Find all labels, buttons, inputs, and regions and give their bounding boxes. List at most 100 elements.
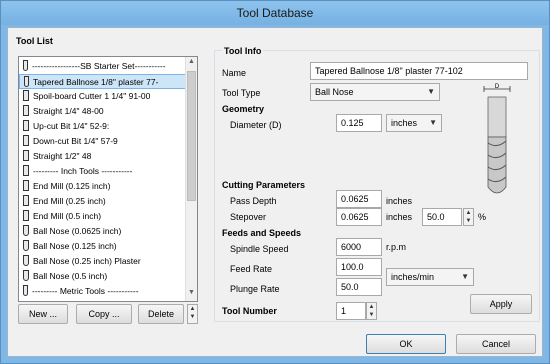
dialog-client-area: Tool List -----------------SB Starter Se…: [7, 27, 543, 357]
tool-list-item-label: Spoil-board Cutter 1 1/4" 91-00: [33, 91, 151, 101]
diameter-label: Diameter (D): [230, 120, 282, 130]
tool-list-item[interactable]: Tapered Ballnose 1/8" plaster 77-: [19, 74, 189, 89]
ballnose-diagram-icon: D: [483, 84, 511, 194]
tool-list-item[interactable]: Down-cut Bit 1/4" 57-9: [19, 134, 189, 149]
flat-tool-icon: [23, 120, 29, 131]
cancel-button[interactable]: Cancel: [456, 334, 536, 354]
decrement-icon[interactable]: ▼: [464, 217, 473, 225]
increment-icon[interactable]: ▲: [367, 303, 376, 311]
tool-type-select[interactable]: Ball Nose ▼: [310, 83, 440, 101]
tool-list-item[interactable]: End Mill (0.125 inch): [19, 179, 189, 194]
flat-tool-icon: [23, 90, 29, 101]
stepover-percent-field[interactable]: 50.0: [422, 208, 462, 226]
tool-list-item-label: --------- Inch Tools -----------: [33, 166, 133, 176]
tool-list-item[interactable]: Ball Nose (0.0625 inch): [19, 224, 189, 239]
feed-rate-field[interactable]: 100.0: [336, 258, 382, 276]
apply-button[interactable]: Apply: [470, 294, 532, 314]
tool-list-item[interactable]: -----------------SB Starter Set---------…: [19, 59, 189, 74]
flat-tool-icon: [23, 210, 29, 221]
tool-list-item[interactable]: Ball Nose (0.5 inch): [19, 269, 189, 284]
tool-list-item-label: End Mill (0.25 inch): [33, 196, 106, 206]
scroll-down-icon[interactable]: ▼: [188, 289, 195, 296]
tool-number-label: Tool Number: [222, 306, 277, 316]
feeds-speeds-header: Feeds and Speeds: [222, 228, 302, 238]
feed-units-select[interactable]: inches/min ▼: [386, 268, 474, 286]
tool-list-scrollbar[interactable]: ▲ ▼: [185, 57, 197, 301]
move-down-icon[interactable]: ▼: [188, 313, 197, 321]
copy-tool-button[interactable]: Copy ...: [76, 304, 132, 324]
flat-tool-icon: [23, 105, 29, 116]
spindle-speed-unit: r.p.m: [386, 242, 407, 252]
tool-number-spinner[interactable]: ▲ ▼: [366, 302, 377, 320]
tool-list-item[interactable]: Straight 1/2" 48: [19, 149, 189, 164]
tool-type-label: Tool Type: [222, 88, 261, 98]
increment-icon[interactable]: ▲: [464, 209, 473, 217]
tool-list-item[interactable]: Up-cut Bit 1/4" 52-9:: [19, 119, 189, 134]
ballnose-tool-icon: [23, 255, 29, 266]
diameter-units-select[interactable]: inches ▼: [386, 114, 442, 132]
tool-list-item-label: Straight 1/2" 48: [33, 151, 92, 161]
tool-list-item-label: Up-cut Bit 1/4" 52-9:: [33, 121, 110, 131]
tool-list-item[interactable]: --------- Inch Tools -----------: [19, 164, 189, 179]
scrollbar-thumb[interactable]: [187, 71, 196, 201]
tool-diagram: D: [480, 83, 514, 203]
stepover-unit: inches: [386, 212, 413, 222]
delete-tool-button[interactable]: Delete: [138, 304, 184, 324]
tool-list-item[interactable]: --------- Metric Tools -----------: [19, 284, 189, 299]
flat-tool-icon: [23, 150, 29, 161]
percent-sign: %: [478, 212, 487, 222]
stepover-percent-spinner[interactable]: ▲ ▼: [463, 208, 474, 226]
flat-tool-icon: [23, 180, 29, 191]
tool-info-header: Tool Info: [222, 46, 264, 56]
tool-list-item-label: End Mill (0.125 inch): [33, 181, 111, 191]
plunge-rate-field[interactable]: 50.0: [336, 278, 382, 296]
flat-tool-icon: [23, 165, 29, 176]
tool-list-item-label: Ball Nose (0.125 inch): [33, 241, 117, 251]
tool-list-item-label: Ball Nose (0.5 inch): [33, 271, 108, 281]
diameter-field[interactable]: 0.125: [336, 114, 382, 132]
tool-type-value: Ball Nose: [315, 87, 354, 97]
tool-list-item[interactable]: End Mill (0.25 inch): [19, 194, 189, 209]
tool-list-item-label: Ball Nose (0.0625 inch): [33, 226, 122, 236]
tool-list-item[interactable]: Spoil-board Cutter 1 1/4" 91-00: [19, 89, 189, 104]
tapered-tool-icon: [23, 285, 28, 296]
tool-list-item[interactable]: End Mill (0.5 inch): [19, 209, 189, 224]
tool-list-item-label: Straight 1/4" 48-00: [33, 106, 104, 116]
ok-button[interactable]: OK: [366, 334, 446, 354]
decrement-icon[interactable]: ▼: [367, 311, 376, 319]
move-tool-spinner[interactable]: ▲ ▼: [187, 304, 198, 324]
tool-list-item[interactable]: Ball Nose (0.25 inch) Plaster: [19, 254, 189, 269]
ballnose-tool-icon: [23, 240, 29, 251]
tool-list-item[interactable]: Straight 1/4" 48-00: [19, 104, 189, 119]
tool-list[interactable]: -----------------SB Starter Set---------…: [18, 56, 198, 302]
tool-list-item-label: --------- Metric Tools -----------: [32, 286, 139, 296]
geometry-header: Geometry: [222, 104, 265, 114]
pass-depth-unit: inches: [386, 196, 413, 206]
tool-name-field[interactable]: Tapered Ballnose 1/8" plaster 77-102: [310, 62, 528, 80]
pass-depth-field[interactable]: 0.0625: [336, 190, 382, 208]
stepover-field[interactable]: 0.0625: [336, 208, 382, 226]
ballnose-tool-icon: [23, 270, 29, 281]
spindle-speed-label: Spindle Speed: [230, 244, 289, 254]
ballnose-tool-icon: [23, 225, 29, 236]
chevron-down-icon: ▼: [461, 272, 469, 281]
scroll-up-icon[interactable]: ▲: [188, 58, 195, 65]
tool-list-item-label: End Mill (0.5 inch): [33, 211, 102, 221]
pass-depth-label: Pass Depth: [230, 196, 277, 206]
chevron-down-icon: ▼: [429, 118, 437, 127]
cutting-parameters-header: Cutting Parameters: [222, 180, 306, 190]
new-tool-button[interactable]: New ...: [18, 304, 68, 324]
tool-list-item-label: Tapered Ballnose 1/8" plaster 77-: [33, 77, 159, 87]
tool-list-item-label: Ball Nose (0.25 inch) Plaster: [33, 256, 141, 266]
tool-database-window: Tool Database Tool List ----------------…: [0, 0, 550, 364]
tapered-tool-icon: [23, 60, 28, 71]
name-label: Name: [222, 68, 247, 78]
plunge-rate-label: Plunge Rate: [230, 284, 280, 294]
tool-number-field[interactable]: 1: [336, 302, 366, 320]
tool-list-item[interactable]: Ball Nose (0.125 inch): [19, 239, 189, 254]
diameter-units-value: inches: [391, 118, 418, 128]
tool-list-item-label: -----------------SB Starter Set---------…: [32, 61, 166, 71]
spindle-speed-field[interactable]: 6000: [336, 238, 382, 256]
move-up-icon[interactable]: ▲: [188, 305, 197, 313]
feed-units-value: inches/min: [391, 272, 435, 282]
